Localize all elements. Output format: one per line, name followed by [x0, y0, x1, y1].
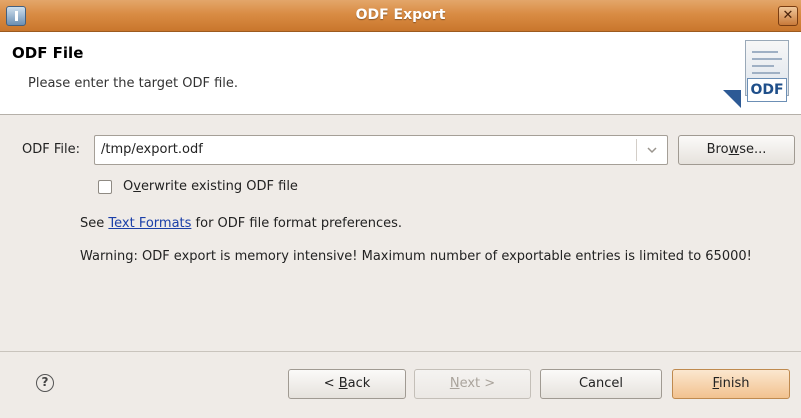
page-description: Please enter the target ODF file.: [28, 76, 239, 91]
title-bar: ODF Export ✕: [0, 0, 801, 32]
browse-button[interactable]: Browse...: [678, 135, 795, 165]
footer-separator: [0, 351, 801, 352]
next-button[interactable]: Next >: [414, 369, 531, 399]
odf-file-label: ODF File:: [22, 142, 80, 157]
format-preferences-text: See Text Formats for ODF file format pre…: [80, 216, 403, 231]
finish-button[interactable]: Finish: [672, 369, 790, 399]
export-document-icon: ODF: [723, 38, 793, 112]
back-button[interactable]: < Back: [288, 369, 406, 399]
memory-warning: Warning: ODF export is memory intensive!…: [80, 249, 752, 264]
odf-file-input[interactable]: /tmp/export.odf: [101, 142, 203, 157]
window-title: ODF Export: [355, 7, 446, 23]
odf-file-combo[interactable]: /tmp/export.odf: [94, 135, 668, 165]
export-arrow-icon: [723, 90, 741, 108]
combo-separator: [636, 139, 637, 161]
close-icon[interactable]: ✕: [778, 6, 798, 26]
cancel-button[interactable]: Cancel: [540, 369, 662, 399]
odf-badge: ODF: [747, 78, 787, 102]
page-title: ODF File: [12, 44, 84, 62]
text-formats-link[interactable]: Text Formats: [108, 216, 191, 231]
wizard-header: ODF File Please enter the target ODF fil…: [0, 32, 801, 115]
chevron-down-icon[interactable]: [645, 143, 659, 157]
overwrite-checkbox[interactable]: [98, 180, 112, 194]
overwrite-label[interactable]: Overwrite existing ODF file: [123, 179, 298, 194]
help-icon[interactable]: ?: [36, 374, 54, 392]
